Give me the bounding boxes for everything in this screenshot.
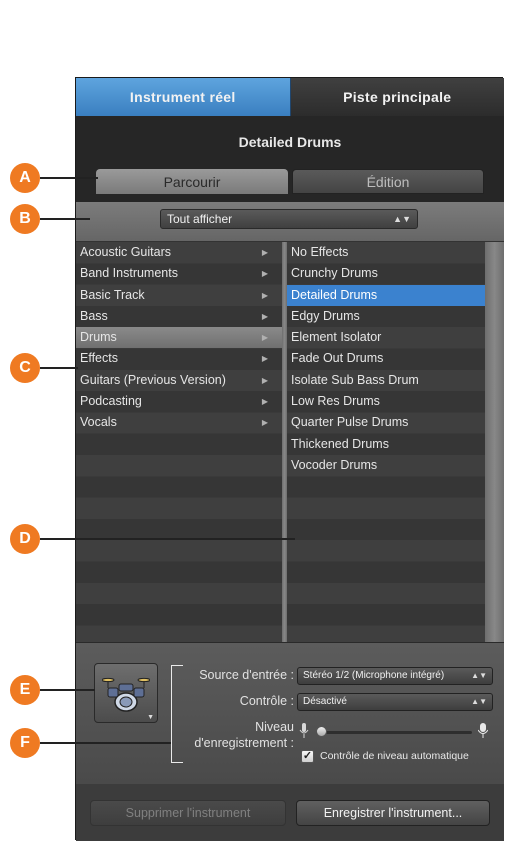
tab-master-track[interactable]: Piste principale: [290, 78, 504, 116]
disclosure-triangle-icon: ▶: [261, 290, 268, 300]
category-item[interactable]: Effects ▶: [76, 348, 282, 369]
callout-f: F: [10, 728, 40, 758]
category-item[interactable]: Bass ▶: [76, 306, 282, 327]
patch-item[interactable]: Crunchy Drums: [287, 263, 485, 284]
microphone-icon: [478, 723, 488, 738]
category-label: Acoustic Guitars: [80, 245, 172, 259]
show-all-label: Tout afficher: [167, 212, 233, 226]
disclosure-triangle-icon: ▶: [261, 375, 268, 385]
callout-line-e: [40, 689, 95, 691]
category-item[interactable]: Podcasting ▶: [76, 391, 282, 412]
callout-d: D: [10, 524, 40, 554]
patch-title: Detailed Drums: [238, 134, 342, 150]
tab-instrument[interactable]: Instrument réel: [76, 78, 291, 116]
top-tabs: Instrument réel Piste principale: [76, 78, 504, 116]
monitor-label: Contrôle :: [239, 694, 294, 708]
track-settings: ▼ Source d'entrée : Stéréo 1/2 (Micropho…: [76, 642, 504, 784]
patch-item[interactable]: Vocoder Drums: [287, 455, 485, 476]
category-label: Podcasting: [80, 394, 142, 409]
show-all-popup[interactable]: Tout afficher ▲▼: [160, 209, 418, 229]
category-list: Acoustic Guitars ▶ Band Instruments ▶ Basic …: [76, 242, 282, 642]
patch-item[interactable]: Fade Out Drums: [287, 348, 485, 369]
patch-item[interactable]: Edgy Drums: [287, 306, 485, 327]
level-label-line1: Niveau: [255, 720, 294, 734]
patch-item[interactable]: Low Res Drums: [287, 391, 485, 412]
callout-line-d: [40, 538, 295, 540]
chevron-down-icon: ▼: [147, 714, 154, 721]
auto-level-checkbox[interactable]: ✓: [301, 750, 314, 763]
category-label: Drums: [80, 330, 117, 345]
disclosure-triangle-icon: ▶: [261, 397, 268, 407]
category-item[interactable]: Guitars (Previous Version) ▶: [76, 370, 282, 391]
callout-line-c: [40, 367, 78, 369]
callout-line-a: [40, 177, 98, 179]
disclosure-triangle-icon: ▶: [261, 354, 268, 364]
patch-item[interactable]: Detailed Drums: [287, 284, 485, 306]
popup-arrows-icon: ▲▼: [471, 671, 487, 680]
slider-knob[interactable]: [316, 726, 327, 737]
patch-item[interactable]: Quarter Pulse Drums: [287, 412, 485, 433]
patch-item[interactable]: No Effects: [287, 242, 485, 263]
filter-bar: Tout afficher ▲▼: [76, 202, 504, 242]
auto-level-label: Contrôle de niveau automatique: [320, 750, 469, 762]
category-label: Guitars (Previous Version): [80, 372, 226, 387]
monitor-popup[interactable]: Désactivé ▲▼: [297, 693, 493, 711]
callout-c: C: [10, 353, 40, 383]
callout-b: B: [10, 204, 40, 234]
level-label-line2: d'enregistrement :: [194, 736, 294, 750]
callout-e: E: [10, 675, 40, 705]
disclosure-triangle-icon: ▶: [261, 418, 268, 428]
library-panel: Instrument réel Piste principale Detaile…: [75, 77, 504, 841]
category-item[interactable]: Basic Track ▶: [76, 285, 282, 306]
instrument-icon-button[interactable]: ▼: [94, 663, 158, 723]
category-item[interactable]: Band Instruments ▶: [76, 263, 282, 284]
patch-item[interactable]: Element Isolator: [287, 327, 485, 348]
callout-line-b: [40, 218, 90, 220]
save-instrument-button[interactable]: Enregistrer l'instrument...: [296, 800, 490, 826]
delete-instrument-button[interactable]: Supprimer l'instrument: [90, 800, 286, 826]
popup-arrows-icon: ▲▼: [393, 214, 411, 224]
category-item[interactable]: Vocals ▶: [76, 412, 282, 433]
input-source-label: Source d'entrée :: [199, 668, 294, 682]
patch-item[interactable]: Thickened Drums: [287, 434, 485, 455]
patch-item[interactable]: Isolate Sub Bass Drum: [287, 370, 485, 391]
patch-list: No Effects Crunchy Drums Detailed Drums Edg…: [287, 242, 485, 642]
footer-bar: Supprimer l'instrument Enregistrer l'ins…: [76, 784, 504, 841]
input-source-popup[interactable]: Stéréo 1/2 (Microphone intégré) ▲▼: [297, 667, 493, 685]
disclosure-triangle-icon: ▶: [261, 269, 268, 279]
input-source-value: Stéréo 1/2 (Microphone intégré): [303, 670, 445, 681]
category-item[interactable]: Drums ▶: [76, 327, 282, 349]
category-label: Band Instruments: [80, 266, 178, 281]
figure-root: Instrument réel Piste principale Detaile…: [0, 0, 506, 843]
patch-header: Detailed Drums Parcourir Édition: [76, 116, 504, 202]
disclosure-triangle-icon: ▶: [261, 311, 268, 321]
category-item[interactable]: Acoustic Guitars ▶: [76, 242, 282, 263]
scrollbar[interactable]: [485, 242, 504, 642]
monitor-value: Désactivé: [303, 696, 347, 707]
microphone-icon: [299, 723, 309, 738]
category-label: Effects: [80, 351, 118, 366]
category-label: Vocals: [80, 415, 117, 430]
popup-arrows-icon: ▲▼: [471, 697, 487, 706]
recording-level-slider[interactable]: [316, 726, 472, 737]
disclosure-triangle-icon: ▶: [261, 248, 268, 257]
drum-kit-icon: [102, 677, 150, 712]
category-label: Basic Track: [80, 287, 145, 302]
subtab-edit[interactable]: Édition: [292, 169, 484, 194]
patch-browser: Acoustic Guitars ▶ Band Instruments ▶ Basic …: [76, 242, 504, 642]
callout-a: A: [10, 163, 40, 193]
callout-line-f: [40, 742, 171, 744]
disclosure-triangle-icon: ▶: [261, 333, 268, 343]
subtab-browse[interactable]: Parcourir: [96, 169, 288, 194]
category-label: Bass: [80, 308, 108, 323]
